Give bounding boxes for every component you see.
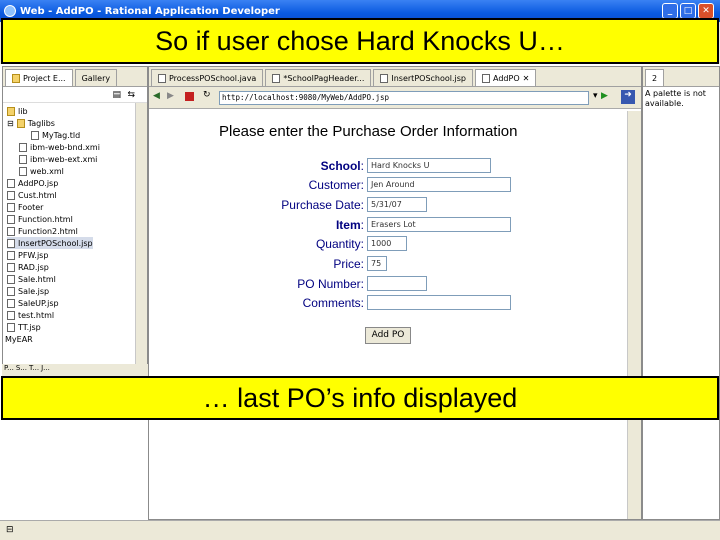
tree-item[interactable]: SaleUP.jsp (7, 297, 59, 309)
field-label: Item: (335, 218, 364, 232)
field-label: School: (320, 159, 364, 173)
project-explorer-panel: Project E... Gallery ▤ ⇆ lib ⊟ Taglibs My… (2, 66, 148, 366)
tree-item[interactable]: Sale.jsp (7, 285, 49, 297)
tab-insert-po-school[interactable]: InsertPOSchool.jsp (373, 69, 474, 86)
tree-item[interactable]: Function.html (7, 213, 73, 225)
url-dropdown-icon[interactable]: ▾ (593, 91, 598, 101)
tree-item[interactable]: Footer (7, 201, 43, 213)
po-number-field[interactable] (367, 276, 427, 291)
tree-item[interactable]: ⊟ Taglibs (7, 117, 55, 129)
palette-panel: 2 A palette is not available. (642, 66, 720, 520)
tree-item[interactable]: Cust.html (7, 189, 57, 201)
tree-item-selected[interactable]: InsertPOSchool.jsp (7, 237, 93, 249)
close-button[interactable]: ✕ (698, 3, 714, 19)
purchase-date-field[interactable]: 5/31/07 (367, 197, 427, 212)
window-title: Web - AddPO - Rational Application Devel… (20, 5, 280, 17)
editor-scrollbar[interactable] (627, 111, 641, 519)
field-label: Purchase Date: (281, 198, 364, 212)
palette-message: A palette is not available. (645, 89, 706, 108)
field-label: PO Number: (297, 277, 364, 291)
tree-item[interactable]: TT.jsp (7, 321, 41, 333)
school-field[interactable]: Hard Knocks U (367, 158, 491, 173)
tab-palette[interactable]: 2 (645, 69, 665, 86)
tab-add-po[interactable]: AddPO ✕ (475, 69, 537, 86)
field-label: Customer: (308, 178, 364, 192)
go-icon[interactable]: ▶ (601, 91, 608, 101)
tree-item[interactable]: PFW.jsp (7, 249, 48, 261)
url-field[interactable]: http://localhost:9080/MyWeb/AddPO.jsp (219, 91, 589, 105)
tab-school-page-header[interactable]: *SchoolPagHeader... (265, 69, 372, 86)
form-heading: Please enter the Purchase Order Informat… (219, 123, 518, 140)
field-label: Quantity: (315, 237, 364, 251)
tree-item[interactable]: MyEAR (5, 333, 33, 345)
item-field[interactable]: Erasers Lot (367, 217, 511, 232)
tree-scrollbar[interactable] (135, 103, 147, 365)
tree-item[interactable]: AddPO.jsp (7, 177, 58, 189)
price-field[interactable]: 75 (367, 256, 387, 271)
comments-field[interactable] (367, 295, 511, 310)
fast-view-icon[interactable]: ⊟ (6, 525, 14, 535)
tree-item[interactable]: RAD.jsp (7, 261, 49, 273)
tree-item[interactable]: MyTag.tld (31, 129, 80, 141)
tab-project-explorer[interactable]: Project E... (5, 69, 73, 86)
status-bar: ⊟ (0, 520, 720, 540)
back-icon[interactable]: ◀ (153, 91, 160, 101)
field-label: Comments: (302, 296, 364, 310)
quantity-field[interactable]: 1000 (367, 236, 407, 251)
collapse-all-icon[interactable]: ▤ (112, 90, 121, 100)
field-label: Price: (333, 257, 364, 271)
maximize-button[interactable]: □ (680, 3, 696, 19)
app-icon (4, 5, 16, 17)
tree-item[interactable]: lib (7, 105, 28, 117)
tree-item[interactable]: Function2.html (7, 225, 78, 237)
tree-item[interactable]: ibm-web-bnd.xmi (19, 141, 100, 153)
forward-icon[interactable]: ▶ (167, 91, 174, 101)
top-caption: So if user chose Hard Knocks U… (1, 18, 719, 64)
tree-item[interactable]: ibm-web-ext.xmi (19, 153, 97, 165)
stop-icon[interactable] (185, 92, 194, 101)
customer-field[interactable]: Jen Around (367, 177, 511, 192)
open-external-icon[interactable]: ➜ (621, 90, 635, 104)
tab-process-po-school[interactable]: ProcessPOSchool.java (151, 69, 264, 86)
editor-panel: ProcessPOSchool.java *SchoolPagHeader...… (148, 66, 642, 520)
add-po-button[interactable]: Add PO (365, 327, 411, 344)
tree-item[interactable]: Sale.html (7, 273, 56, 285)
bottom-caption: … last PO’s info displayed (1, 376, 719, 420)
refresh-icon[interactable]: ↻ (203, 90, 211, 100)
tree-item[interactable]: test.html (7, 309, 54, 321)
link-editor-icon[interactable]: ⇆ (127, 90, 135, 100)
browser-content: Please enter the Purchase Order Informat… (149, 111, 627, 519)
tab-gallery[interactable]: Gallery (74, 69, 118, 86)
tree-item[interactable]: web.xml (19, 165, 64, 177)
minimize-button[interactable]: _ (662, 3, 678, 19)
